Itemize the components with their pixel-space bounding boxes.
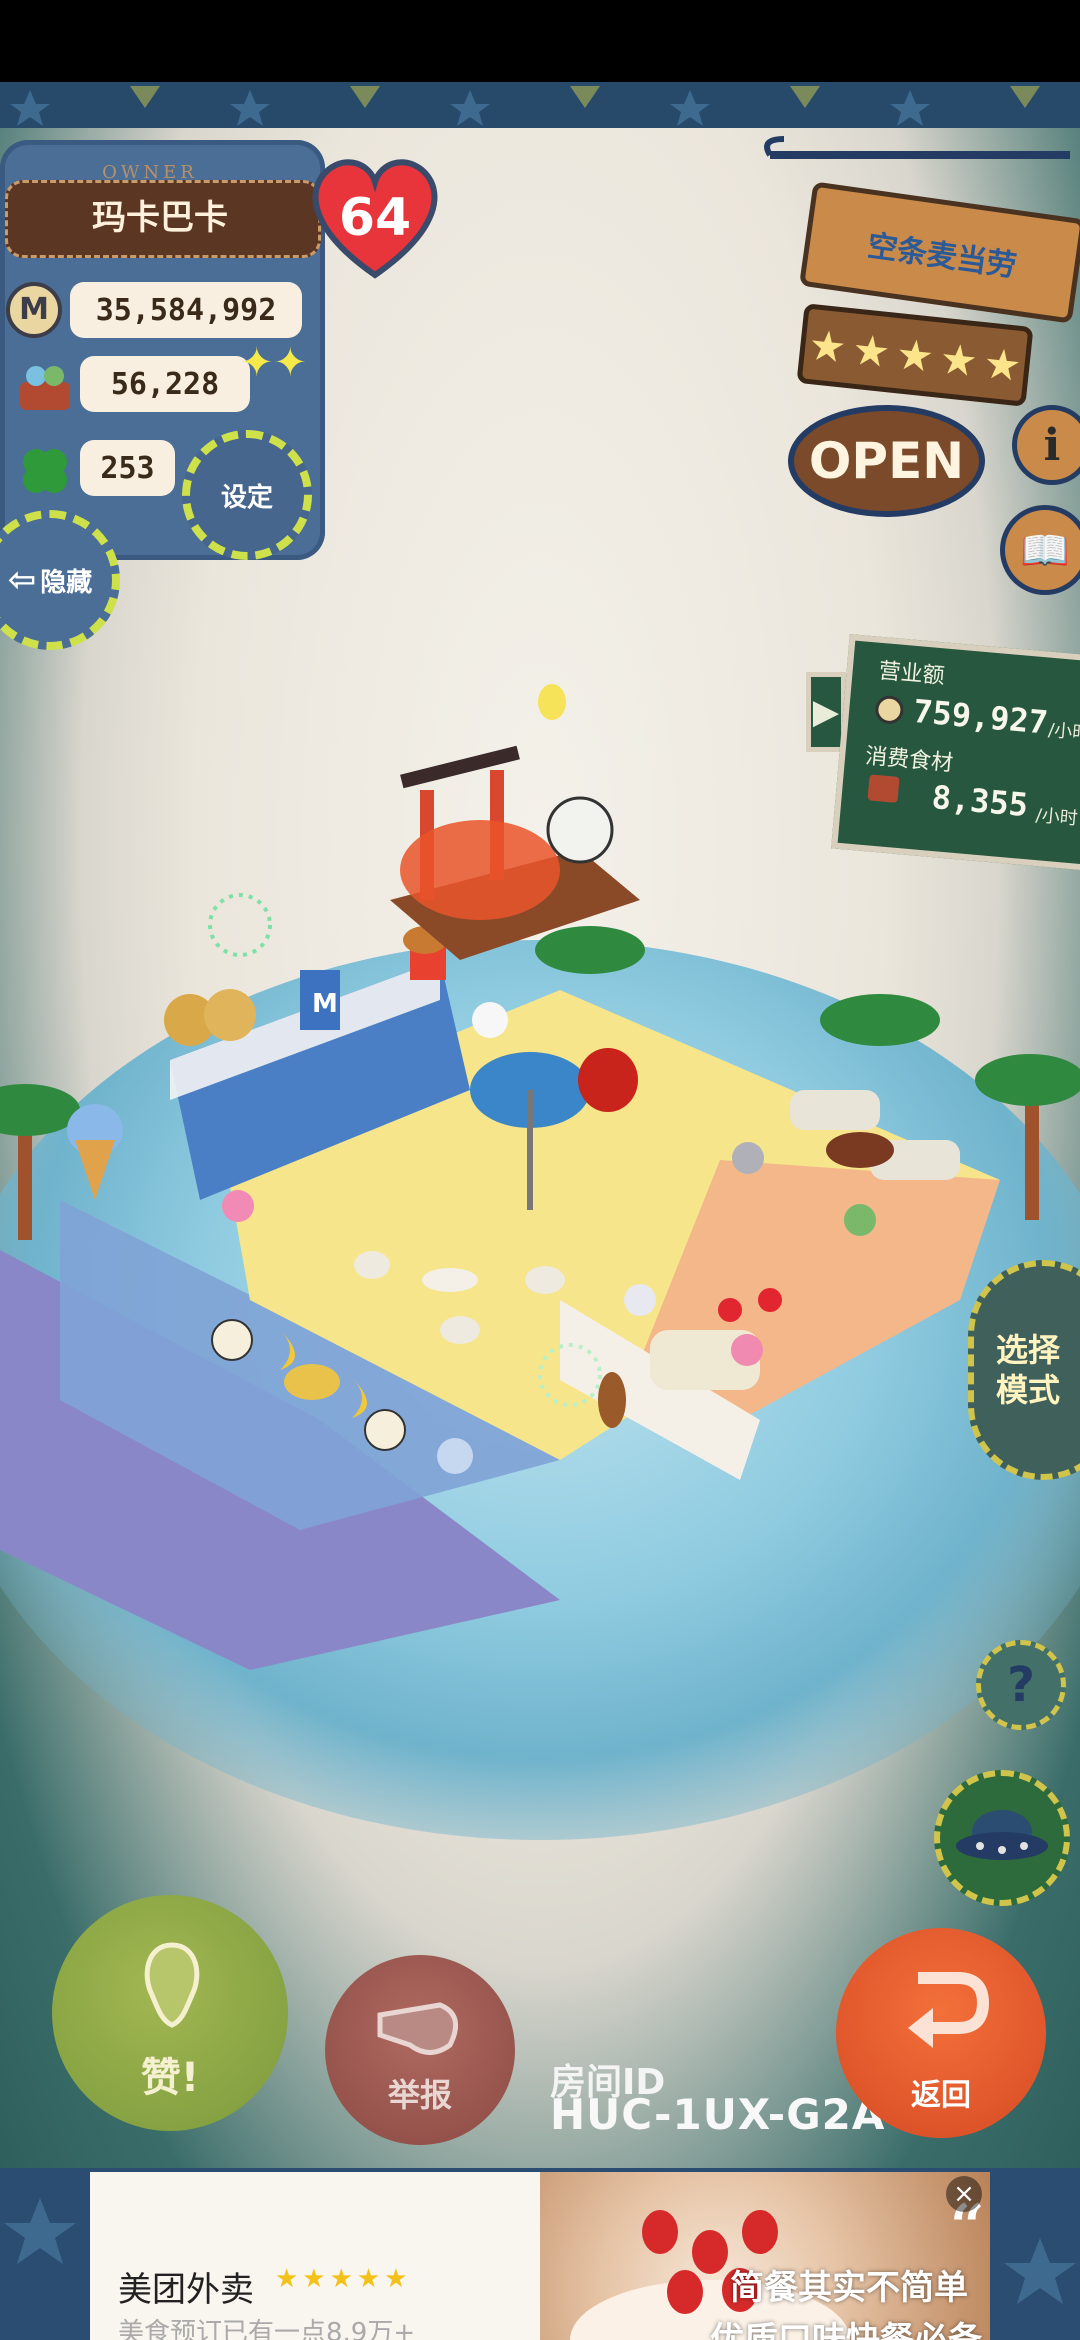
game-screen: M OWNER 玛卡巴卡 64 M 35,584,992 56,228 ✦✦ 2… — [0, 0, 1080, 2340]
ad-banner[interactable]: 美团外卖 ★★★★★ 美食预订已有一点8.9万+ “ 简餐其实不简单 优质口味快… — [90, 2172, 990, 2340]
balloon-icon — [538, 684, 566, 720]
consumed-unit: /小时 — [1034, 805, 1079, 830]
balloon-icon — [758, 1288, 782, 1312]
back-label: 返回 — [911, 2078, 971, 2113]
settings-button[interactable]: 设定 — [182, 430, 312, 560]
like-label: 赞! — [140, 2055, 200, 2101]
ad-rating-stars: ★★★★★ — [275, 2264, 412, 2294]
sign-bracket — [764, 136, 1070, 159]
revenue-label: 营业额 — [877, 658, 946, 690]
taiko-drum-icon — [546, 796, 614, 864]
fire-icon — [400, 820, 560, 920]
character-bear[interactable] — [624, 1284, 656, 1316]
sparkle-icon: ✦✦ — [240, 340, 308, 386]
cello-icon — [598, 1372, 626, 1428]
star-border-top — [0, 82, 1080, 128]
ufo-button[interactable] — [934, 1770, 1070, 1906]
character-bear[interactable] — [222, 1190, 254, 1222]
coin-count: 35,584,992 — [70, 282, 302, 338]
duck-icon — [204, 989, 256, 1041]
shell-chair-icon — [525, 1266, 565, 1294]
palm-leaves-icon — [535, 926, 645, 974]
sofa-icon — [790, 1090, 880, 1130]
star-icon: ★ — [937, 333, 981, 386]
revenue-unit: /小时 — [1047, 719, 1080, 745]
umbrella-pole — [527, 1090, 533, 1210]
ad-slogan-1: 简餐其实不简单 — [730, 2268, 968, 2308]
pin-icon — [144, 1942, 200, 2028]
coin-icon — [874, 694, 905, 725]
ad-close-button[interactable]: × — [946, 2176, 982, 2212]
shell-chair-icon — [440, 1316, 480, 1344]
shell-table-icon — [422, 1268, 478, 1292]
star-icon: ★ — [981, 337, 1024, 391]
question-icon: ? — [1007, 1657, 1035, 1713]
dango-icon — [211, 1319, 253, 1361]
ad-subtitle: 美食预订已有一点8.9万+ — [118, 2318, 416, 2340]
settings-label: 设定 — [220, 482, 273, 513]
character-mouse[interactable] — [732, 1142, 764, 1174]
food-basket-icon — [20, 366, 70, 410]
return-arrow-icon — [908, 1972, 990, 2048]
select-mode-label-2: 模式 — [996, 1371, 1061, 1409]
character-bear[interactable] — [731, 1334, 763, 1366]
hide-label: 隐藏 — [40, 567, 93, 598]
owner-name: 玛卡巴卡 — [92, 198, 228, 238]
stall-letter: M — [312, 989, 338, 1019]
table-icon — [826, 1132, 894, 1168]
four-leaf-clover-icon — [23, 449, 67, 493]
ad-brand: 美团外卖 — [118, 2270, 254, 2310]
arrow-left-icon: ⇦ — [7, 560, 37, 600]
book-icon: 📖 — [1020, 527, 1070, 574]
clover-count: 253 — [80, 440, 175, 496]
whistle-icon — [377, 2002, 459, 2055]
like-button[interactable]: 赞! — [52, 1895, 288, 2131]
firework-icon — [208, 893, 272, 957]
character-bear[interactable] — [472, 1002, 508, 1038]
ice-cream-cone — [75, 1140, 115, 1200]
consumed-value: 8,355 — [930, 777, 1030, 825]
character-rabbit[interactable] — [437, 1438, 473, 1474]
shell-chair-icon — [354, 1251, 390, 1279]
select-mode-label-1: 选择 — [996, 1331, 1061, 1369]
select-mode-button[interactable]: 选择 模式 — [968, 1260, 1080, 1480]
revenue-value: 759,927 — [911, 691, 1050, 742]
star-icon: ★ — [849, 324, 893, 377]
egg-chair-icon — [578, 1048, 638, 1112]
owner-level: 64 — [338, 188, 412, 248]
help-button[interactable]: ? — [976, 1640, 1066, 1730]
balloon-icon — [718, 1298, 742, 1322]
coin-icon: M — [6, 282, 62, 338]
dango-icon — [364, 1409, 406, 1451]
report-label: 举报 — [387, 2076, 452, 2114]
revenue-board: 营业额 759,927 /小时 消费食材 8,355 /小时 — [831, 634, 1080, 871]
palm-leaves-icon — [820, 994, 940, 1046]
coin-platter-icon — [284, 1364, 340, 1400]
consumed-label: 消费食材 — [864, 743, 955, 777]
character-cat[interactable] — [844, 1204, 876, 1236]
report-button[interactable]: 举报 — [325, 1955, 515, 2145]
open-status-sign[interactable]: OPEN — [788, 405, 985, 517]
owner-label: OWNER — [102, 162, 198, 183]
ufo-icon — [956, 1810, 1048, 1860]
star-icon: ★ — [893, 328, 937, 382]
ingredient-count: 56,228 — [80, 356, 250, 412]
star-icon: ★ — [806, 319, 849, 373]
back-button[interactable]: 返回 — [836, 1928, 1046, 2138]
ad-slogan-2: 优质口味快餐必备 — [710, 2320, 982, 2340]
food-basket-icon — [867, 774, 900, 803]
status-bar — [0, 0, 1080, 82]
book-button[interactable]: 📖 — [1000, 505, 1080, 595]
